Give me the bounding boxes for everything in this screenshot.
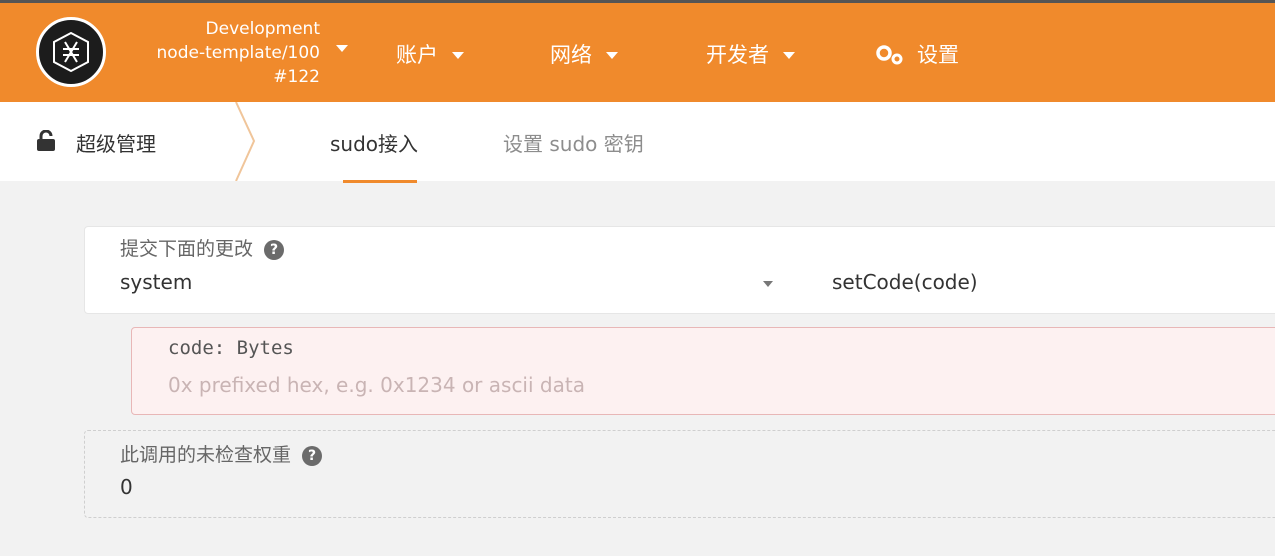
menu-network[interactable]: 网络: [550, 40, 618, 70]
weight-label: 此调用的未检查权重: [120, 444, 292, 466]
menu-label: 网络: [550, 43, 592, 67]
method-dropdown[interactable]: setCode(code): [832, 270, 978, 294]
chevron-down-icon: [336, 45, 348, 52]
runtime-version: node-template/100: [156, 43, 320, 63]
submit-label-row: 提交下面的更改 ?: [120, 234, 285, 261]
best-block: #122: [273, 67, 320, 87]
code-input[interactable]: [131, 327, 1275, 415]
code-placeholder: 0x prefixed hex, e.g. 0x1234 or ascii da…: [168, 373, 585, 397]
code-param-label: code: Bytes: [168, 337, 294, 359]
breadcrumb-chevron-icon: [235, 102, 256, 181]
menu-label: 开发者: [706, 43, 769, 67]
chevron-down-icon[interactable]: [763, 281, 773, 287]
weight-label-row: 此调用的未检查权重 ?: [120, 440, 323, 467]
tab-set-sudo-key[interactable]: 设置 sudo 密钥: [503, 128, 644, 157]
lock-icon: [37, 130, 55, 151]
chevron-down-icon: [452, 51, 464, 59]
active-tab-indicator: [343, 180, 417, 183]
section-dropdown[interactable]: system: [120, 270, 192, 294]
chevron-down-icon: [783, 51, 795, 59]
menu-settings[interactable]: 设置: [875, 40, 959, 70]
logo-icon: [53, 32, 89, 72]
menu-label: 设置: [917, 43, 959, 67]
chain-name: Development: [205, 19, 320, 39]
chain-selector[interactable]: Development node-template/100 #122: [120, 17, 348, 89]
app-logo[interactable]: [36, 17, 106, 87]
help-icon[interactable]: ?: [264, 240, 285, 260]
tab-sudo-access[interactable]: sudo接入: [330, 128, 418, 157]
top-nav-bar: Development node-template/100 #122 账户 网络…: [0, 0, 1275, 102]
section-title: 超级管理: [76, 132, 156, 156]
weight-value[interactable]: 0: [120, 475, 133, 499]
gear-icon: [876, 45, 903, 65]
chevron-down-icon: [606, 51, 618, 59]
help-icon[interactable]: ?: [302, 446, 323, 466]
submit-label: 提交下面的更改: [120, 238, 254, 260]
menu-label: 账户: [396, 43, 438, 67]
menu-accounts[interactable]: 账户: [396, 40, 464, 70]
menu-developer[interactable]: 开发者: [706, 40, 795, 70]
